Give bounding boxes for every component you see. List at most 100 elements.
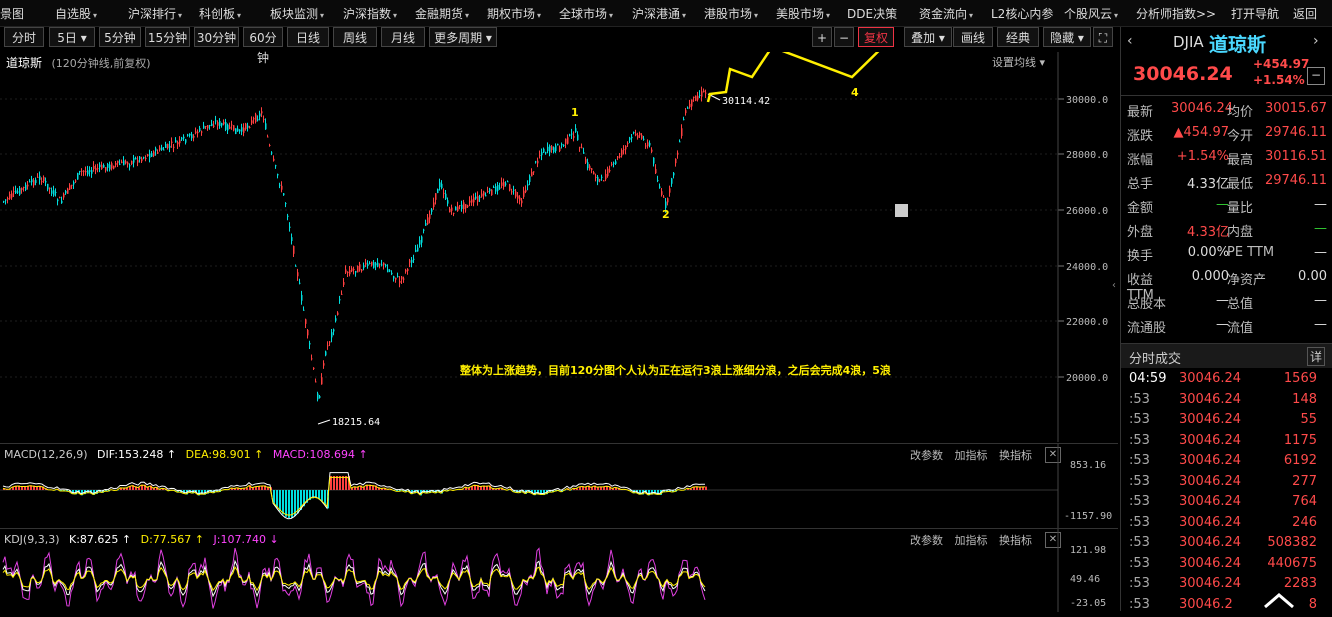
hide-button[interactable]: 隐藏 ▾	[1043, 27, 1091, 47]
back-chevron-icon[interactable]: ‹	[1127, 33, 1133, 49]
menu-item-9[interactable]: 沪深港通▾	[632, 5, 686, 23]
menu-item-17[interactable]: 打开导航	[1231, 5, 1279, 23]
scroll-up-icon[interactable]	[1259, 587, 1299, 611]
candle-body	[375, 263, 377, 265]
collapse-left-icon[interactable]: ‹	[1112, 280, 1116, 291]
draw-line-button[interactable]: 画线	[953, 27, 993, 47]
trade-volume: 1569	[1261, 371, 1317, 386]
quote-label: 金额	[1127, 197, 1175, 216]
restore-rights-button[interactable]: 复权	[858, 27, 894, 47]
kline-chart-panel[interactable]: 道琼斯 (120分钟线,前复权) 设置均线 ▾ 30000.028000.026…	[0, 52, 1118, 442]
menu-item-6[interactable]: 金融期货▾	[415, 5, 469, 23]
candle-body	[439, 182, 441, 187]
candle-body	[223, 122, 225, 124]
candle-body	[275, 165, 277, 166]
candle-body	[449, 209, 451, 212]
overlay-button[interactable]: 叠加 ▾	[904, 27, 952, 47]
menu-item-0[interactable]: 景图	[0, 5, 24, 23]
candle-body	[17, 191, 19, 192]
candle-body	[277, 174, 279, 175]
zoom-in-button[interactable]: +	[812, 27, 832, 47]
candle-body	[475, 197, 477, 199]
candle-body	[69, 185, 71, 189]
candle-body	[243, 128, 245, 133]
candle-body	[411, 260, 413, 263]
candle-body	[391, 273, 393, 274]
menu-item-16[interactable]: 分析师指数>>	[1136, 5, 1216, 23]
trade-row: :5330046.28	[1121, 597, 1332, 617]
candle-body	[249, 127, 251, 128]
menu-item-11[interactable]: 美股市场▾	[776, 5, 830, 23]
candle-body	[157, 152, 159, 154]
candle-body	[297, 272, 299, 276]
kdj-axis-mid: 49.46	[1070, 574, 1100, 585]
candle-body	[447, 200, 449, 203]
macd-bar	[279, 490, 281, 511]
candle-body	[557, 144, 559, 145]
menu-item-8[interactable]: 全球市场▾	[559, 5, 613, 23]
menu-item-12[interactable]: DDE决策	[847, 5, 897, 23]
period-tab-5[interactable]: 60分钟	[243, 27, 283, 47]
candle-body	[365, 263, 367, 265]
candle-body	[589, 166, 591, 169]
menu-item-2[interactable]: 沪深排行▾	[128, 5, 182, 23]
candle-body	[571, 134, 573, 135]
quote-value: 30116.51	[1261, 149, 1327, 164]
candle-body	[241, 127, 243, 131]
trade-time: 04:59	[1129, 371, 1169, 386]
candle-body	[653, 158, 655, 164]
menu-item-18[interactable]: 返回	[1293, 5, 1317, 23]
classic-button[interactable]: 经典	[997, 27, 1039, 47]
candle-body	[611, 164, 613, 165]
collapse-quote-button[interactable]: −	[1307, 67, 1325, 85]
candle-body	[57, 200, 59, 202]
candle-body	[319, 396, 321, 398]
panel-splitter[interactable]: ‹	[1114, 80, 1118, 580]
candle-body	[35, 180, 37, 183]
menu-item-14[interactable]: L2核心内参	[991, 5, 1053, 23]
menu-item-7[interactable]: 期权市场▾	[487, 5, 541, 23]
trades-detail-button[interactable]: 详	[1307, 347, 1325, 366]
candle-body	[329, 342, 331, 343]
period-tab-4[interactable]: 30分钟	[194, 27, 239, 47]
candle-body	[121, 162, 123, 163]
candle-body	[529, 176, 531, 182]
trade-price: 30046.24	[1179, 453, 1259, 468]
period-tab-6[interactable]: 日线	[287, 27, 329, 47]
candle-body	[397, 276, 399, 277]
scroll-handle[interactable]	[895, 204, 908, 217]
candle-body	[553, 147, 555, 152]
menu-item-13[interactable]: 资金流向▾	[919, 5, 973, 23]
candle-body	[257, 119, 259, 120]
zoom-out-button[interactable]: −	[834, 27, 854, 47]
fullscreen-icon[interactable]: ⛶	[1093, 27, 1113, 47]
period-tab-3[interactable]: 15分钟	[145, 27, 190, 47]
period-tab-2[interactable]: 5分钟	[99, 27, 141, 47]
quote-value: —	[1261, 197, 1327, 212]
menu-item-15[interactable]: 个股风云▾	[1064, 5, 1118, 23]
menu-item-5[interactable]: 沪深指数▾	[343, 5, 397, 23]
next-chevron-icon[interactable]: ›	[1313, 33, 1319, 49]
menu-item-4[interactable]: 板块监测▾	[270, 5, 324, 23]
trade-row: :5330046.241175	[1121, 433, 1332, 453]
candle-body	[205, 126, 207, 127]
menu-item-3[interactable]: 科创板▾	[199, 5, 241, 23]
candle-body	[339, 299, 341, 300]
menu-item-1[interactable]: 自选股▾	[55, 5, 97, 23]
candle-body	[617, 157, 619, 158]
period-tab-7[interactable]: 周线	[333, 27, 377, 47]
candle-body	[695, 96, 697, 101]
candle-body	[211, 124, 213, 126]
candle-body	[423, 230, 425, 231]
period-tab-9[interactable]: 更多周期 ▾	[429, 27, 497, 47]
menu-item-10[interactable]: 港股市场▾	[704, 5, 758, 23]
period-tab-0[interactable]: 分时	[4, 27, 44, 47]
candle-body	[165, 144, 167, 148]
period-tab-8[interactable]: 月线	[381, 27, 425, 47]
candle-body	[629, 138, 631, 140]
quote-value: ▲454.97	[1171, 125, 1229, 140]
period-tab-1[interactable]: 5日 ▾	[49, 27, 95, 47]
candle-body	[515, 191, 517, 196]
candle-body	[623, 149, 625, 150]
candle-body	[107, 164, 109, 168]
